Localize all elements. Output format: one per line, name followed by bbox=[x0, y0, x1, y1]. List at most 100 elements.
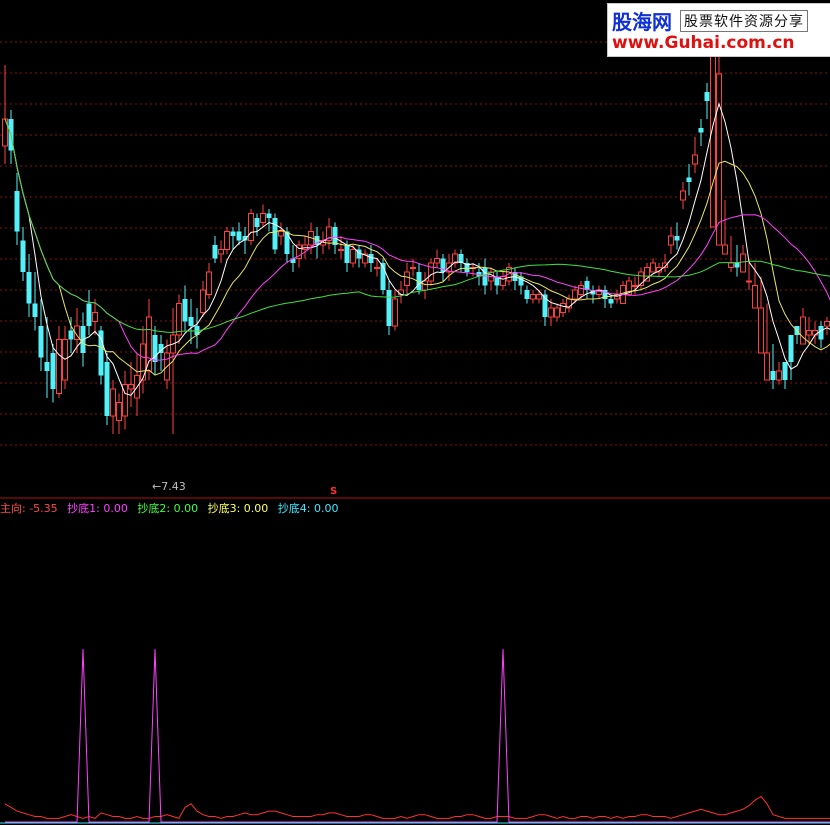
candle-body-up bbox=[92, 312, 98, 322]
candle-body-down bbox=[50, 353, 56, 389]
candle-body-up bbox=[758, 307, 764, 354]
watermark-brand: 股海网 bbox=[612, 10, 672, 34]
candle-body-up bbox=[806, 330, 812, 336]
candle-body-up bbox=[404, 271, 410, 286]
legend-main-direction: 主向: -5.35 bbox=[0, 502, 58, 515]
stock-chart-window: ←7.43 S 主向: -5.35 抄底1: 0.00 抄底2: 0.00 抄底… bbox=[0, 0, 830, 825]
candle-body-up bbox=[224, 231, 230, 250]
candle-body-down bbox=[284, 231, 290, 254]
legend-bottom-4: 抄底4: 0.00 bbox=[277, 502, 339, 515]
candle-body-down bbox=[230, 231, 236, 236]
candle-body-up bbox=[260, 213, 266, 223]
candle-body-up bbox=[668, 235, 674, 246]
candle-body-down bbox=[818, 326, 824, 340]
candle-body-down bbox=[704, 92, 710, 101]
candle-body-up bbox=[632, 285, 638, 287]
candle-body-up bbox=[548, 307, 554, 318]
candle-body-down bbox=[38, 326, 44, 358]
candle-body-down bbox=[212, 245, 218, 259]
candle-body-up bbox=[728, 262, 734, 268]
candle-body-up bbox=[374, 267, 380, 269]
candle-body-up bbox=[116, 402, 122, 421]
candle-body-up bbox=[722, 244, 728, 255]
candle-body-down bbox=[32, 303, 38, 317]
candle-body-up bbox=[350, 249, 356, 264]
watermark-tagline: 股票软件资源分享 bbox=[680, 10, 808, 32]
candle-body-up bbox=[716, 73, 722, 246]
candle-body-down bbox=[68, 330, 74, 340]
candle-body-down bbox=[698, 128, 704, 133]
candle-body-up bbox=[392, 298, 398, 327]
indicator-signal-line bbox=[5, 649, 830, 823]
candle-body-down bbox=[686, 177, 692, 182]
candle-body-up bbox=[536, 294, 542, 300]
candle-body-up bbox=[278, 231, 284, 237]
candle-body-down bbox=[770, 371, 776, 380]
candle-body-up bbox=[554, 307, 560, 318]
candle-body-up bbox=[338, 249, 344, 251]
candle-body-up bbox=[218, 249, 224, 255]
candle-body-down bbox=[14, 191, 20, 232]
candle-body-down bbox=[20, 240, 26, 272]
candle-body-down bbox=[182, 299, 188, 322]
candle-body-up bbox=[428, 262, 434, 282]
candle-body-up bbox=[146, 316, 152, 372]
candle-body-down bbox=[368, 254, 374, 263]
legend-bottom-1: 抄底1: 0.00 bbox=[67, 502, 128, 515]
candle-body-down bbox=[344, 245, 350, 263]
candle-body-down bbox=[788, 335, 794, 362]
chart-canvas[interactable] bbox=[0, 0, 830, 825]
candle-body-down bbox=[104, 362, 110, 416]
ma60-line bbox=[4, 118, 830, 333]
candle-body-down bbox=[26, 272, 32, 304]
candle-body-up bbox=[764, 352, 770, 381]
candle-body-up bbox=[578, 285, 584, 295]
candle-body-up bbox=[692, 154, 698, 165]
legend-bottom-2: 抄底2: 0.00 bbox=[137, 502, 199, 515]
candle-body-down bbox=[254, 218, 260, 227]
legend-bottom-3: 抄底3: 0.00 bbox=[207, 502, 269, 515]
candle-body-up bbox=[740, 253, 746, 273]
candle-body-up bbox=[752, 285, 758, 309]
watermark-url: www.Guhai.com.cn bbox=[612, 33, 795, 53]
candle-body-up bbox=[56, 339, 62, 394]
candle-body-up bbox=[176, 303, 182, 336]
candle-body-down bbox=[524, 290, 530, 299]
candle-body-up bbox=[110, 388, 116, 417]
candle-body-up bbox=[680, 190, 686, 201]
candle-body-up bbox=[200, 289, 206, 313]
candle-body-down bbox=[86, 303, 92, 326]
candle-body-up bbox=[644, 267, 650, 282]
candle-body-up bbox=[500, 276, 506, 286]
candle-body-up bbox=[248, 213, 254, 241]
candle-body-down bbox=[44, 362, 50, 371]
candle-body-down bbox=[188, 317, 194, 326]
candle-body-down bbox=[266, 213, 272, 218]
watermark-logo: 股海网 股票软件资源分享 www.Guhai.com.cn bbox=[607, 3, 830, 57]
candle-body-up bbox=[530, 294, 536, 300]
candle-body-down bbox=[782, 362, 788, 380]
sell-signal-marker: S bbox=[330, 486, 338, 497]
candle-body-down bbox=[236, 231, 242, 241]
candle-body-down bbox=[608, 299, 614, 304]
candle-body-up bbox=[422, 280, 428, 291]
candle-body-down bbox=[734, 263, 740, 268]
candle-body-up bbox=[434, 258, 440, 264]
candle-body-down bbox=[272, 218, 278, 250]
candle-body-down bbox=[386, 290, 392, 326]
candle-body-up bbox=[710, 55, 716, 228]
candle-body-down bbox=[674, 236, 680, 241]
candle-body-up bbox=[206, 271, 212, 295]
candle-body-up bbox=[776, 370, 782, 381]
candle-body-up bbox=[410, 267, 416, 269]
candle-body-up bbox=[398, 289, 404, 295]
candle-body-up bbox=[572, 289, 578, 300]
indicator-legend: 主向: -5.35 抄底1: 0.00 抄底2: 0.00 抄底3: 0.00 … bbox=[0, 500, 344, 516]
low-price-marker: ←7.43 bbox=[152, 480, 186, 493]
candle-body-up bbox=[800, 316, 806, 345]
candle-body-up bbox=[650, 262, 656, 273]
indicator-main-line bbox=[4, 795, 830, 820]
candle-body-up bbox=[746, 280, 752, 283]
candle-body-up bbox=[560, 303, 566, 313]
candle-body-up bbox=[824, 321, 830, 327]
